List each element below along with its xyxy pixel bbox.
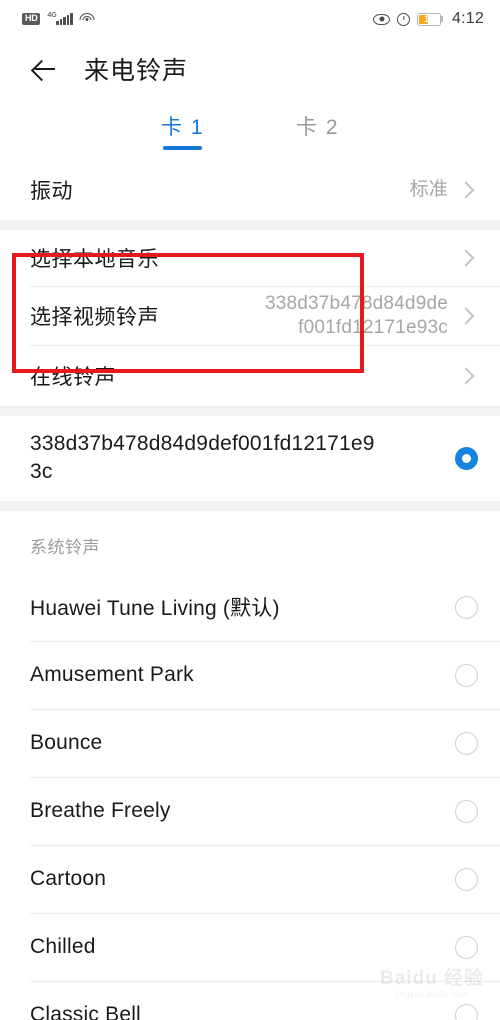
battery-level-label: 18 xyxy=(424,13,435,24)
status-bar-left: HD 4G xyxy=(22,12,95,25)
tone-row[interactable]: Cartoon xyxy=(0,846,500,913)
tone-row[interactable]: Classic Bell xyxy=(0,982,500,1020)
radio-unselected-icon[interactable] xyxy=(455,935,478,959)
row-selected-custom-ringtone[interactable]: 338d37b478d84d9def001fd12171e93c xyxy=(0,416,500,501)
vibration-label: 振动 xyxy=(30,180,73,203)
tone-name: Cartoon xyxy=(30,867,107,891)
wifi-icon xyxy=(79,13,95,25)
tone-name: Breathe Freely xyxy=(30,799,171,823)
row-vibration[interactable]: 振动 标准 xyxy=(0,160,500,220)
alarm-clock-icon xyxy=(397,12,411,26)
back-arrow-icon[interactable] xyxy=(28,54,58,84)
eye-comfort-icon xyxy=(373,13,391,25)
tone-row[interactable]: Huawei Tune Living (默认) xyxy=(0,574,500,641)
tone-name: Huawei Tune Living (默认) xyxy=(30,597,280,621)
divider-band xyxy=(0,220,500,230)
status-bar: HD 4G 18 4:12 xyxy=(0,0,500,38)
radio-unselected-icon[interactable] xyxy=(455,663,478,687)
chevron-right-icon xyxy=(456,247,478,269)
selected-ringtone-name: 338d37b478d84d9def001fd12171e93c xyxy=(30,432,375,484)
app-header: 来电铃声 xyxy=(0,38,500,100)
radio-unselected-icon[interactable] xyxy=(455,595,478,619)
tone-name: Amusement Park xyxy=(30,663,194,687)
row-online-ringtone[interactable]: 在线铃声 xyxy=(0,346,500,406)
tone-row[interactable]: Bounce xyxy=(0,710,500,777)
phone-screen: HD 4G 18 4:12 来电铃声 卡 1 卡 2 振动 标准 选择本地音乐 … xyxy=(0,0,500,1020)
row-select-local-music[interactable]: 选择本地音乐 xyxy=(0,230,500,286)
divider-band xyxy=(0,500,500,511)
chevron-right-icon xyxy=(456,365,478,387)
hd-icon: HD xyxy=(22,13,41,25)
local-music-label: 选择本地音乐 xyxy=(30,248,159,271)
network-type-label: 4G xyxy=(47,12,57,19)
battery-icon: 18 xyxy=(417,12,444,26)
tab-sim-1[interactable]: 卡 1 xyxy=(161,111,204,150)
radio-unselected-icon[interactable] xyxy=(455,731,478,755)
signal-bars-icon: 4G xyxy=(47,12,73,25)
radio-unselected-icon[interactable] xyxy=(455,1003,478,1020)
radio-unselected-icon[interactable] xyxy=(455,867,478,891)
vibration-value: 标准 xyxy=(409,179,448,201)
tone-name: Chilled xyxy=(30,935,96,959)
chevron-right-icon xyxy=(456,179,478,201)
tone-row[interactable]: Chilled xyxy=(0,914,500,981)
tone-name: Bounce xyxy=(30,731,103,755)
page-title: 来电铃声 xyxy=(84,57,189,85)
status-bar-right: 18 4:12 xyxy=(373,10,484,28)
online-ringtone-label: 在线铃声 xyxy=(30,366,116,389)
clock-label: 4:12 xyxy=(452,10,484,27)
chevron-right-icon xyxy=(456,305,478,327)
tone-name: Classic Bell xyxy=(30,1003,141,1020)
tone-row[interactable]: Breathe Freely xyxy=(0,778,500,845)
row-select-video-ringtone[interactable]: 选择视频铃声 338d37b478d84d9def001fd12171e93c xyxy=(0,287,500,345)
tab-sim-2[interactable]: 卡 2 xyxy=(296,111,339,150)
system-ringtones-header: 系统铃声 xyxy=(30,537,100,557)
video-ringtone-label: 选择视频铃声 xyxy=(30,306,159,329)
divider-band xyxy=(0,406,500,416)
video-ringtone-value: 338d37b478d84d9def001fd12171e93c xyxy=(264,293,448,338)
sim-tabs: 卡 1 卡 2 xyxy=(0,100,500,160)
tone-row[interactable]: Amusement Park xyxy=(0,642,500,709)
radio-unselected-icon[interactable] xyxy=(455,799,478,823)
radio-selected-icon[interactable] xyxy=(455,446,478,470)
